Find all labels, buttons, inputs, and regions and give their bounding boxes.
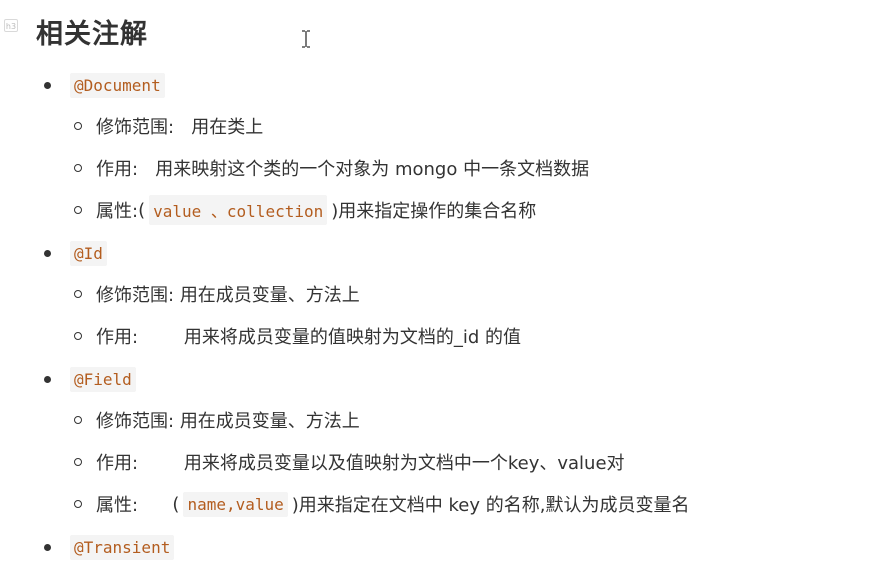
list-item-purpose: 作用: 用来将成员变量的值映射为文档的_id 的值: [74, 321, 521, 351]
annotation-item-transient: @Transient: [44, 532, 175, 562]
annotation-item-document: @Document: [44, 70, 165, 100]
annotation-code: @Transient: [70, 534, 175, 560]
bullet-circle: [74, 416, 82, 424]
page-title: 相关注解: [36, 19, 148, 50]
item-separator: [138, 158, 155, 179]
list-item-purpose: 作用: 用来将成员变量以及值映射为文档中一个key、value对: [74, 447, 625, 477]
item-text: 用在成员变量、方法上: [179, 411, 360, 432]
item-text: 用在成员变量、方法上: [179, 285, 360, 306]
item-text: )用来指定操作的集合名称: [331, 201, 537, 222]
annotation-code: @Id: [70, 240, 107, 266]
bullet-circle: [74, 458, 82, 466]
bullet-circle: [74, 164, 82, 172]
item-text: 用在类上: [191, 117, 264, 138]
bullet-circle: [74, 206, 82, 214]
bullet-circle: [74, 332, 82, 340]
bullet-dot: [44, 249, 51, 257]
annotation-item-id: @Id: [44, 238, 107, 268]
item-open-paren: (: [138, 199, 146, 221]
item-label: 修饰范围:: [96, 285, 175, 306]
list-item-scope: 修饰范围: 用在成员变量、方法上: [74, 405, 360, 435]
item-separator: [174, 116, 191, 137]
bullet-dot: [44, 375, 51, 383]
bullet-circle: [74, 290, 82, 298]
item-label: 作用:: [96, 453, 139, 474]
item-separator: [138, 326, 184, 347]
annotation-item-field: @Field: [44, 364, 136, 394]
bullet-dot: [44, 543, 51, 551]
item-label: 修饰范围:: [96, 117, 175, 138]
item-label: 属性:: [96, 201, 139, 222]
list-item-scope: 修饰范围: 用在类上: [74, 111, 263, 141]
list-item-scope: 修饰范围: 用在成员变量、方法上: [74, 279, 360, 309]
item-code: name,value: [183, 491, 288, 517]
bullet-circle: [74, 122, 82, 130]
text-cursor-icon: [302, 30, 310, 48]
item-text: 用来将成员变量的值映射为文档的_id 的值: [183, 327, 522, 348]
item-open-paren: (: [138, 493, 180, 515]
item-separator: [138, 452, 184, 473]
item-text: 用来将成员变量以及值映射为文档中一个key、value对: [183, 453, 625, 474]
item-text: )用来指定在文档中 key 的名称,默认为成员变量名: [291, 495, 690, 516]
item-code: value 、collection: [149, 195, 328, 225]
item-label: 作用:: [96, 159, 139, 180]
list-item-attributes: 属性: (name,value)用来指定在文档中 key 的名称,默认为成员变量…: [74, 489, 689, 519]
annotation-code: @Field: [70, 366, 136, 392]
annotation-code: @Document: [70, 72, 165, 98]
bullet-circle: [74, 500, 82, 508]
item-text: 用来映射这个类的一个对象为 mongo 中一条文档数据: [155, 159, 590, 180]
list-item-attributes: 属性:(value 、collection)用来指定操作的集合名称: [74, 195, 536, 225]
list-item-purpose: 作用: 用来映射这个类的一个对象为 mongo 中一条文档数据: [74, 153, 589, 183]
item-label: 修饰范围:: [96, 411, 175, 432]
heading-level-marker: h3: [4, 19, 18, 32]
item-label: 作用:: [96, 327, 139, 348]
bullet-dot: [44, 81, 51, 89]
item-label: 属性:: [96, 495, 139, 516]
